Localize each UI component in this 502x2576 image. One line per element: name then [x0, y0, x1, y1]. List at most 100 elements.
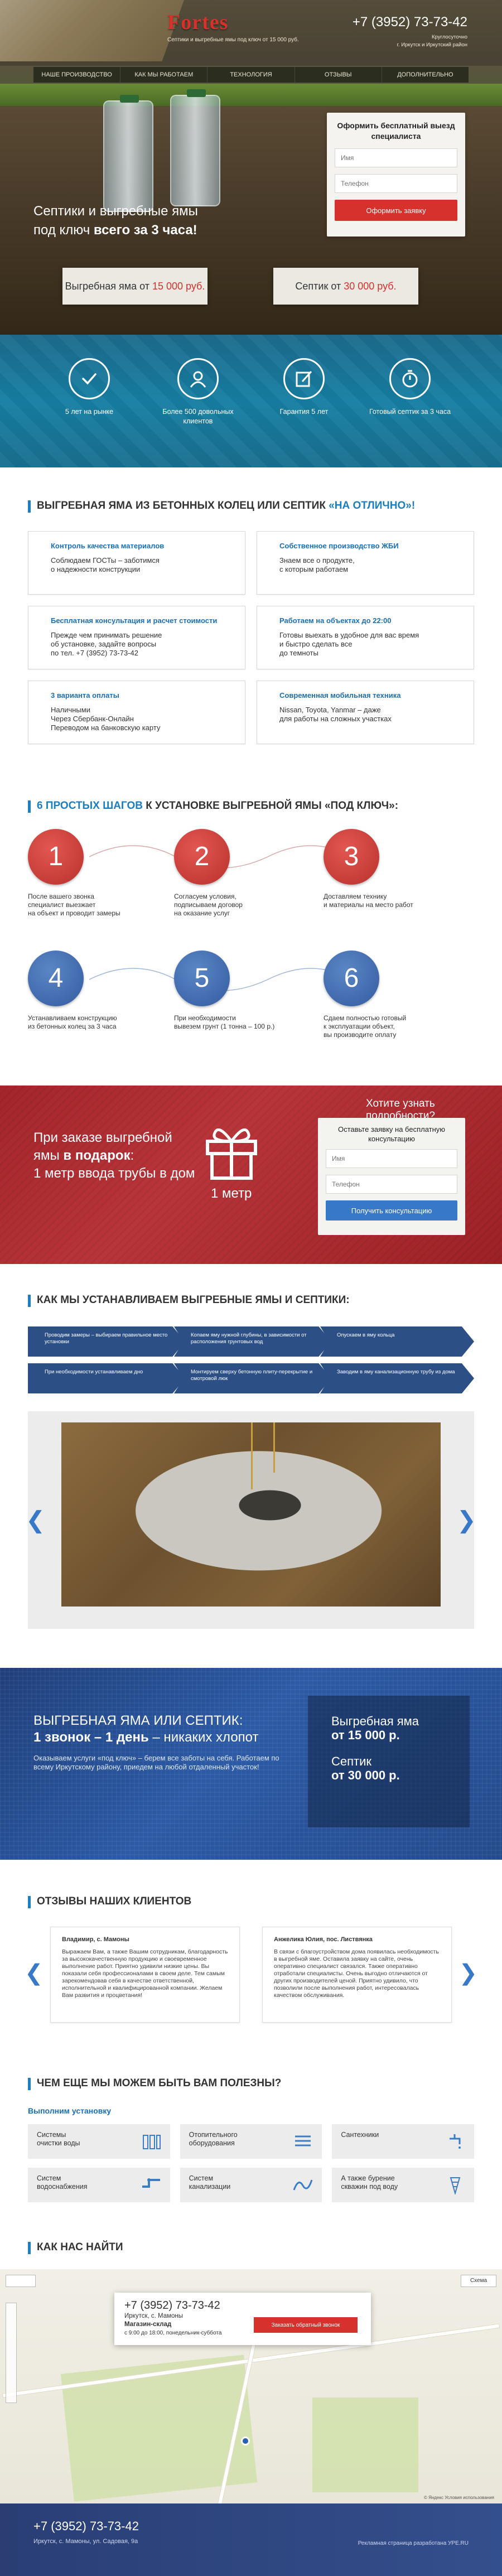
services-subtitle: Выполним установку — [28, 2106, 112, 2115]
step-number: 1 — [28, 829, 84, 885]
nav-item-how-we-work[interactable]: КАК МЫ РАБОТАЕМ — [120, 67, 208, 83]
photo-detail — [273, 1422, 275, 1473]
step-number: 3 — [324, 829, 379, 885]
step-text: Сдаем полностью готовый к эксплуатации о… — [324, 1014, 407, 1039]
price-pit-label: Выгребная яма от — [65, 281, 152, 292]
feature-card: Бесплатная консультация и расчет стоимос… — [28, 606, 245, 669]
service-label: Отопительного оборудования — [189, 2131, 238, 2147]
review-card: Владимир, с. Мамоны Выражаем Вам, а также… — [50, 1927, 240, 2023]
footer-credit[interactable]: Рекламная страница разработана УРЕ.RU — [358, 2540, 469, 2546]
map-info-popup: +7 (3952) 73-73-42 Иркутск, с. Мамоны Ма… — [114, 2293, 371, 2345]
faucet-icon — [450, 2134, 461, 2149]
hero-submit-button[interactable]: Оформить заявку — [335, 200, 457, 221]
steps-title-blue: 6 ПРОСТЫХ ШАГОВ — [37, 800, 143, 812]
service-tile[interactable]: А также бурение скважин под воду — [332, 2168, 474, 2202]
hero-section: Fortes Септики и выгребные ямы под ключ … — [0, 0, 502, 335]
footer-phone[interactable]: +7 (3952) 73-73-42 — [33, 2519, 139, 2534]
hero-form-title: Оформить бесплатный выезд специалиста — [337, 121, 455, 141]
region-note: г. Иркутск и Иркутский район — [397, 42, 467, 48]
map-zoom-control[interactable] — [6, 2303, 17, 2403]
gift-line1: При заказе выгребной — [33, 1130, 172, 1145]
step-1: 1 После вашего звонка специалист выезжает… — [28, 829, 139, 918]
reviews-next-icon[interactable]: ❯ — [458, 1960, 477, 1986]
hero-name-input[interactable] — [335, 148, 457, 167]
consultation-phone-input[interactable] — [326, 1175, 457, 1194]
step-5: 5 При необходимости вывезем грунт (1 тонн… — [174, 951, 286, 1031]
callback-button[interactable]: Заказать обратный звонок — [254, 2317, 358, 2333]
how-title: КАК МЫ УСТАНАВЛИВАЕМ ВЫГРЕБНЫЕ ЯМЫ И СЕП… — [28, 1294, 474, 1307]
gift-line2-bold: в подарок — [63, 1148, 131, 1163]
service-tile[interactable]: Сантехники — [332, 2124, 474, 2159]
stage-arrow: Монтируем сверху бетонную плиту-перекрыт… — [174, 1363, 331, 1393]
map-area — [60, 2355, 258, 2502]
slider-next-icon[interactable]: ❯ — [457, 1506, 476, 1533]
reviews-prev-icon[interactable]: ❮ — [25, 1960, 44, 1986]
nav-item-technology[interactable]: ТЕХНОЛОГИЯ — [207, 67, 295, 83]
stage-arrow: Опускаем в яму кольца — [320, 1326, 474, 1357]
feature-text: Прежде чем принимать решение об установк… — [51, 631, 162, 657]
map-copyright[interactable]: © Яндекс Условия использования — [424, 2495, 494, 2500]
service-tile[interactable]: Отопительного оборудования — [180, 2124, 322, 2159]
map-type-button[interactable]: Схема — [461, 2275, 496, 2287]
location-pin-icon[interactable] — [241, 2437, 250, 2445]
feature-text: Соблюдаем ГОСТы – заботимся о надежности… — [51, 556, 160, 573]
stage-arrow: Копаем яму нужной глубины, в зависимости… — [174, 1326, 331, 1357]
service-tile[interactable]: Систем канализации — [180, 2168, 322, 2202]
sewer-icon — [293, 2179, 313, 2191]
filter-icon — [142, 2135, 161, 2149]
service-label: Систем канализации — [189, 2174, 231, 2191]
nav-item-production[interactable]: НАШЕ ПРОИЗВОДСТВО — [33, 67, 121, 83]
price-pit-tag[interactable]: Выгребная яма от 15 000 руб. — [62, 268, 207, 305]
step-text: Согласуем условия, подписываем договор н… — [174, 893, 243, 917]
services-grid: Системы очистки воды Отопительного обору… — [28, 2124, 474, 2202]
stat-years-text: 5 лет на рынке — [65, 408, 114, 416]
map-title: КАК НАС НАЙТИ — [28, 2241, 474, 2254]
check-icon — [69, 358, 110, 399]
hero-phone-input[interactable] — [335, 174, 457, 193]
hero-title-plain: под ключ — [33, 223, 94, 238]
step-text: Устанавливаем конструкцию из бетонных ко… — [28, 1014, 117, 1030]
feature-text: Наличными Через Сбербанк-Онлайн Переводо… — [51, 706, 161, 732]
map-phone[interactable]: +7 (3952) 73-73-42 — [124, 2299, 361, 2312]
reviews-section: ОТЗЫВЫ НАШИХ КЛИЕНТОВ ❮ Владимир, с. Мам… — [0, 1860, 502, 2061]
logo[interactable]: Fortes — [167, 10, 228, 35]
map-tools[interactable] — [6, 2275, 36, 2287]
call-title-end: – никаких хлопот — [148, 1730, 259, 1745]
service-label: А также бурение скважин под воду — [341, 2174, 398, 2191]
nav-item-reviews[interactable]: ОТЗЫВЫ — [295, 67, 382, 83]
service-tile[interactable]: Системы очистки воды — [28, 2124, 170, 2159]
stage-arrow: Проводим замеры – выбираем правильное ме… — [28, 1326, 185, 1357]
service-label: Систем водоснабжения — [37, 2174, 88, 2191]
gift-line2-plain: ямы — [33, 1148, 64, 1163]
hero-title-line2: под ключ всего за 3 часа! — [33, 221, 198, 240]
price-septic-label: Септик от — [295, 281, 344, 292]
services-section: ЧЕМ ЕЩЕ МЫ МОЖЕМ БЫТЬ ВАМ ПОЛЕЗНЫ? Выпол… — [0, 2061, 502, 2219]
features-section: ВЫГРЕБНАЯ ЯМА ИЗ БЕТОННЫХ КОЛЕЦ ИЛИ СЕПТ… — [0, 467, 502, 773]
call-title-bold: 1 звонок – 1 день — [33, 1730, 149, 1745]
price-septic-tag[interactable]: Септик от 30 000 руб. — [273, 268, 418, 305]
feature-title: Работаем на объектах до 22:00 — [279, 616, 392, 625]
step-4: 4 Устанавливаем конструкцию из бетонных к… — [28, 951, 139, 1031]
consultation-submit-button[interactable]: Получить консультацию — [326, 1200, 457, 1221]
steps-section: 6 ПРОСТЫХ ШАГОВ К УСТАНОВКЕ ВЫГРЕБНОЙ ЯМ… — [0, 773, 502, 1086]
consultation-form: Оставьте заявку на бесплатную консультац… — [318, 1118, 465, 1235]
yandex-map[interactable]: Схема +7 (3952) 73-73-42 Иркутск, с. Мам… — [0, 2269, 502, 2503]
service-tile[interactable]: Систем водоснабжения — [28, 2168, 170, 2202]
feature-title: Современная мобильная техника — [279, 691, 401, 700]
call-title: ВЫГРЕБНАЯ ЯМА ИЛИ СЕПТИК: 1 звонок – 1 де… — [33, 1712, 290, 1746]
header-phone[interactable]: +7 (3952) 73-73-42 — [353, 15, 467, 30]
hours-note: Круглосуточно — [432, 34, 467, 40]
slider-prev-icon[interactable]: ❮ — [26, 1506, 45, 1533]
feature-card: Работаем на объектах до 22:00 Готовы выех… — [257, 606, 474, 669]
call-price-septic-value: от 30 000 р. — [331, 1768, 400, 1782]
service-label: Сантехники — [341, 2131, 379, 2139]
call-text-block: ВЫГРЕБНАЯ ЯМА ИЛИ СЕПТИК: 1 звонок – 1 де… — [33, 1712, 290, 1772]
gift-icon-label: 1 метр — [211, 1186, 252, 1201]
nav-item-more[interactable]: ДОПОЛНИТЕЛЬНО — [382, 67, 469, 83]
step-text: После вашего звонка специалист выезжает … — [28, 893, 120, 917]
consultation-name-input[interactable] — [326, 1149, 457, 1168]
client-icon — [177, 358, 219, 399]
tank-right — [170, 89, 220, 206]
hero-title: Септики и выгребные ямы под ключ всего з… — [33, 202, 198, 240]
photo-detail — [251, 1422, 253, 1489]
